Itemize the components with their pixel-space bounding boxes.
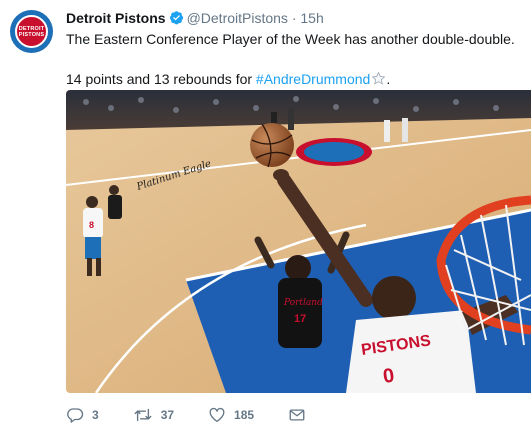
tweet-text: The Eastern Conference Player of the Wee… (66, 29, 521, 89)
tweet-line-2-suffix: . (386, 71, 391, 87)
left-player-number: 8 (89, 220, 94, 230)
tweet-line-1: The Eastern Conference Player of the Wee… (66, 31, 515, 47)
basketball (250, 123, 294, 167)
star-emoji-icon (370, 71, 386, 87)
avatar-text-bottom: PISTONS (18, 31, 45, 38)
envelope-icon (288, 406, 306, 424)
tweet-timestamp[interactable]: 15h (300, 10, 323, 26)
retweet-count: 37 (160, 408, 175, 422)
retweet-icon (133, 406, 153, 424)
header-separator: · (291, 10, 297, 26)
retweet-button[interactable]: 37 (133, 406, 174, 424)
like-button[interactable]: 185 (208, 406, 254, 424)
verified-badge-icon (169, 10, 184, 29)
author-name[interactable]: Detroit Pistons (66, 10, 166, 26)
tweet-header: Detroit Pistons @DetroitPistons · 15h (66, 9, 324, 29)
author-handle[interactable]: @DetroitPistons (187, 10, 288, 26)
hashtag-link[interactable]: #AndreDrummond (256, 71, 370, 87)
heart-icon (208, 406, 226, 424)
tweet-line-2: 14 points and 13 rebounds for #AndreDrum… (66, 69, 521, 89)
reply-count: 3 (92, 408, 99, 422)
tweet[interactable]: DETROIT PISTONS Detroit Pistons @DetroitP… (0, 0, 532, 434)
tweet-line-2-prefix: 14 points and 13 rebounds for (66, 71, 256, 87)
reply-button[interactable]: 3 (66, 406, 99, 424)
direct-message-button[interactable] (288, 406, 306, 424)
tweet-actions: 3 37 185 (66, 404, 306, 426)
reply-icon (66, 406, 84, 424)
like-count: 185 (234, 408, 255, 422)
pistons-logo: DETROIT PISTONS (15, 15, 48, 48)
opponent-jersey-number: 17 (294, 313, 306, 325)
avatar[interactable]: DETROIT PISTONS (10, 10, 53, 53)
opponent-jersey-text: Portland (283, 298, 323, 308)
tweet-photo[interactable]: Platinum Eagle 8 Portland 17 PISTONS 0 (66, 90, 531, 393)
